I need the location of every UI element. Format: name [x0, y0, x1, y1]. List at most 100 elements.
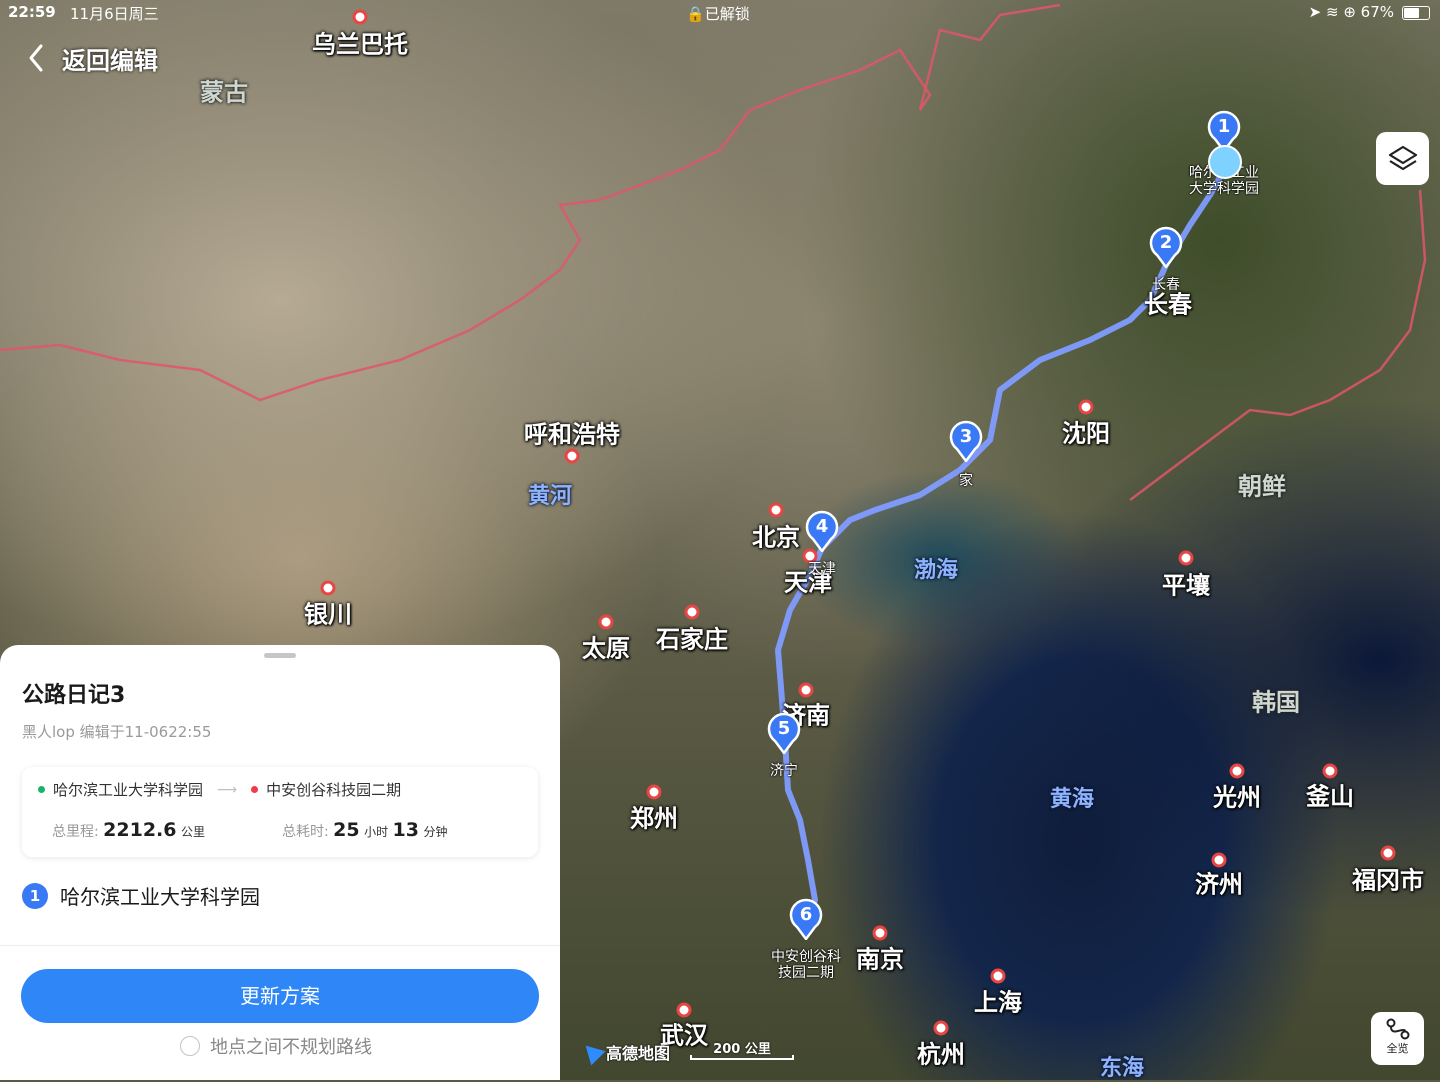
origin-destination-row: 哈尔滨工业大学科学园 ⟶ 中安创谷科技园二期 [38, 779, 401, 800]
distance-label: 总里程: [52, 824, 99, 840]
map-brand: 高德地图 [578, 1038, 671, 1066]
map-label-region: 朝鲜 [1238, 472, 1286, 501]
map-label-city: 南京 [856, 945, 904, 974]
marker-number: 6 [799, 904, 813, 925]
map-label-city: 乌兰巴托 [312, 30, 408, 59]
marker-number: 5 [777, 718, 791, 739]
brand-logo-icon [578, 1038, 606, 1066]
city-dot-icon [564, 448, 580, 464]
duration-hours: 25 [333, 819, 360, 841]
status-right: ➤ ≋ ⊕ 67% [1308, 3, 1394, 21]
city-dot-icon [933, 1020, 949, 1036]
brand-name: 高德地图 [606, 1044, 671, 1063]
route-marker-6[interactable]: 6 [789, 898, 823, 942]
destination-dot-icon [251, 786, 259, 793]
scale-bar [690, 1055, 794, 1060]
update-plan-button[interactable]: 更新方案 [21, 969, 539, 1023]
stop-name: 哈尔滨工业大学科学园 [60, 885, 260, 909]
divider [0, 945, 560, 946]
status-bar: 22:59 11月6日周三 🔒已解锁 ➤ ≋ ⊕ 67% [0, 0, 1440, 26]
status-date: 11月6日周三 [70, 5, 159, 23]
no-route-toggle[interactable]: 地点之间不规划路线 [180, 1033, 372, 1059]
total-duration: 总耗时: 25 小时 13 分钟 [282, 819, 447, 841]
lock-text: 已解锁 [704, 5, 750, 23]
back-button[interactable]: 返回编辑 [28, 38, 158, 78]
city-dot-icon [798, 682, 814, 698]
marker-label: 济宁 [770, 763, 798, 779]
city-dot-icon [1211, 852, 1227, 868]
map-label-city: 呼和浩特 [524, 420, 620, 449]
marker-number: 1 [1217, 116, 1231, 137]
map-label-city: 杭州 [917, 1040, 965, 1069]
marker-label: 家 [959, 473, 973, 489]
map-label-city: 北京 [752, 523, 800, 552]
city-dot-icon [646, 784, 662, 800]
marker-label: 天津 [808, 561, 836, 577]
route-marker-5[interactable]: 5 [767, 712, 801, 756]
city-dot-icon [598, 614, 614, 630]
battery-icon [1402, 6, 1430, 20]
overview-route-icon [1386, 1018, 1409, 1040]
city-dot-icon [1380, 845, 1396, 861]
city-dot-icon [768, 502, 784, 518]
origin-dot-icon [38, 786, 45, 793]
marker-number: 4 [815, 516, 829, 537]
city-dot-icon [1229, 763, 1245, 779]
map-label-city: 福冈市 [1352, 866, 1424, 895]
route-marker-2[interactable]: 2 [1149, 226, 1183, 270]
layers-button[interactable] [1376, 132, 1429, 185]
overview-label: 全览 [1386, 1042, 1409, 1055]
marker-label: 长春 [1152, 277, 1180, 293]
chevron-left-icon [29, 44, 43, 72]
duration-minutes-unit: 分钟 [423, 825, 448, 839]
map-label-city: 石家庄 [656, 625, 728, 654]
map-label-city: 釜山 [1306, 782, 1354, 811]
lock-status: 🔒已解锁 [686, 5, 750, 23]
stop-item[interactable]: 1 哈尔滨工业大学科学园 [22, 881, 260, 910]
map-label-city: 济州 [1195, 870, 1243, 899]
no-route-label: 地点之间不规划路线 [210, 1037, 372, 1058]
stop-number-badge: 1 [22, 882, 48, 909]
city-dot-icon [676, 1002, 692, 1018]
checkbox-icon[interactable] [180, 1036, 200, 1056]
border-line [0, 3, 1061, 402]
distance-unit: 公里 [180, 825, 205, 839]
duration-minutes: 13 [392, 819, 419, 841]
trip-title: 公路日记3 [22, 683, 126, 708]
marker-number: 3 [959, 426, 973, 447]
marker-number: 2 [1159, 232, 1173, 253]
city-dot-icon [684, 604, 700, 620]
duration-label: 总耗时: [282, 824, 329, 840]
city-dot-icon [1078, 399, 1094, 415]
trip-meta: 黑人lop 编辑于11-0622:55 [22, 723, 212, 741]
city-dot-icon [1322, 763, 1338, 779]
back-label: 返回编辑 [62, 46, 158, 75]
route-panel: 公路日记3 黑人lop 编辑于11-0622:55 哈尔滨工业大学科学园 ⟶ 中… [0, 645, 560, 1080]
city-dot-icon [1178, 550, 1194, 566]
map-label-water: 东海 [1099, 1056, 1145, 1081]
map-label-region: 蒙古 [200, 78, 248, 107]
route-marker-3[interactable]: 3 [949, 420, 983, 464]
city-dot-icon [320, 580, 336, 596]
map-label-city: 上海 [974, 988, 1022, 1017]
map-label-city: 平壤 [1162, 571, 1210, 600]
avatar [1208, 145, 1242, 179]
marker-label: 大学科学园 [1189, 181, 1259, 197]
destination-name: 中安创谷科技园二期 [266, 781, 402, 799]
route-marker-4[interactable]: 4 [805, 510, 839, 554]
overview-button[interactable]: 全览 [1371, 1012, 1424, 1065]
map-label-city: 太原 [582, 634, 630, 663]
map-label-water: 渤海 [913, 558, 959, 583]
city-dot-icon [990, 968, 1006, 984]
status-time: 22:59 [8, 3, 56, 21]
origin-name: 哈尔滨工业大学科学园 [53, 781, 204, 799]
total-distance: 总里程: 2212.6 公里 [52, 819, 205, 841]
drag-handle[interactable] [264, 653, 296, 658]
map-label-water: 黄河 [527, 484, 573, 509]
battery-percent: 67% [1360, 3, 1394, 21]
arrow-right-icon: ⟶ [217, 781, 238, 798]
distance-value: 2212.6 [103, 819, 177, 841]
map-label-city: 银川 [304, 600, 352, 629]
map-label-city: 郑州 [630, 804, 678, 833]
map-label-region: 韩国 [1252, 688, 1300, 717]
